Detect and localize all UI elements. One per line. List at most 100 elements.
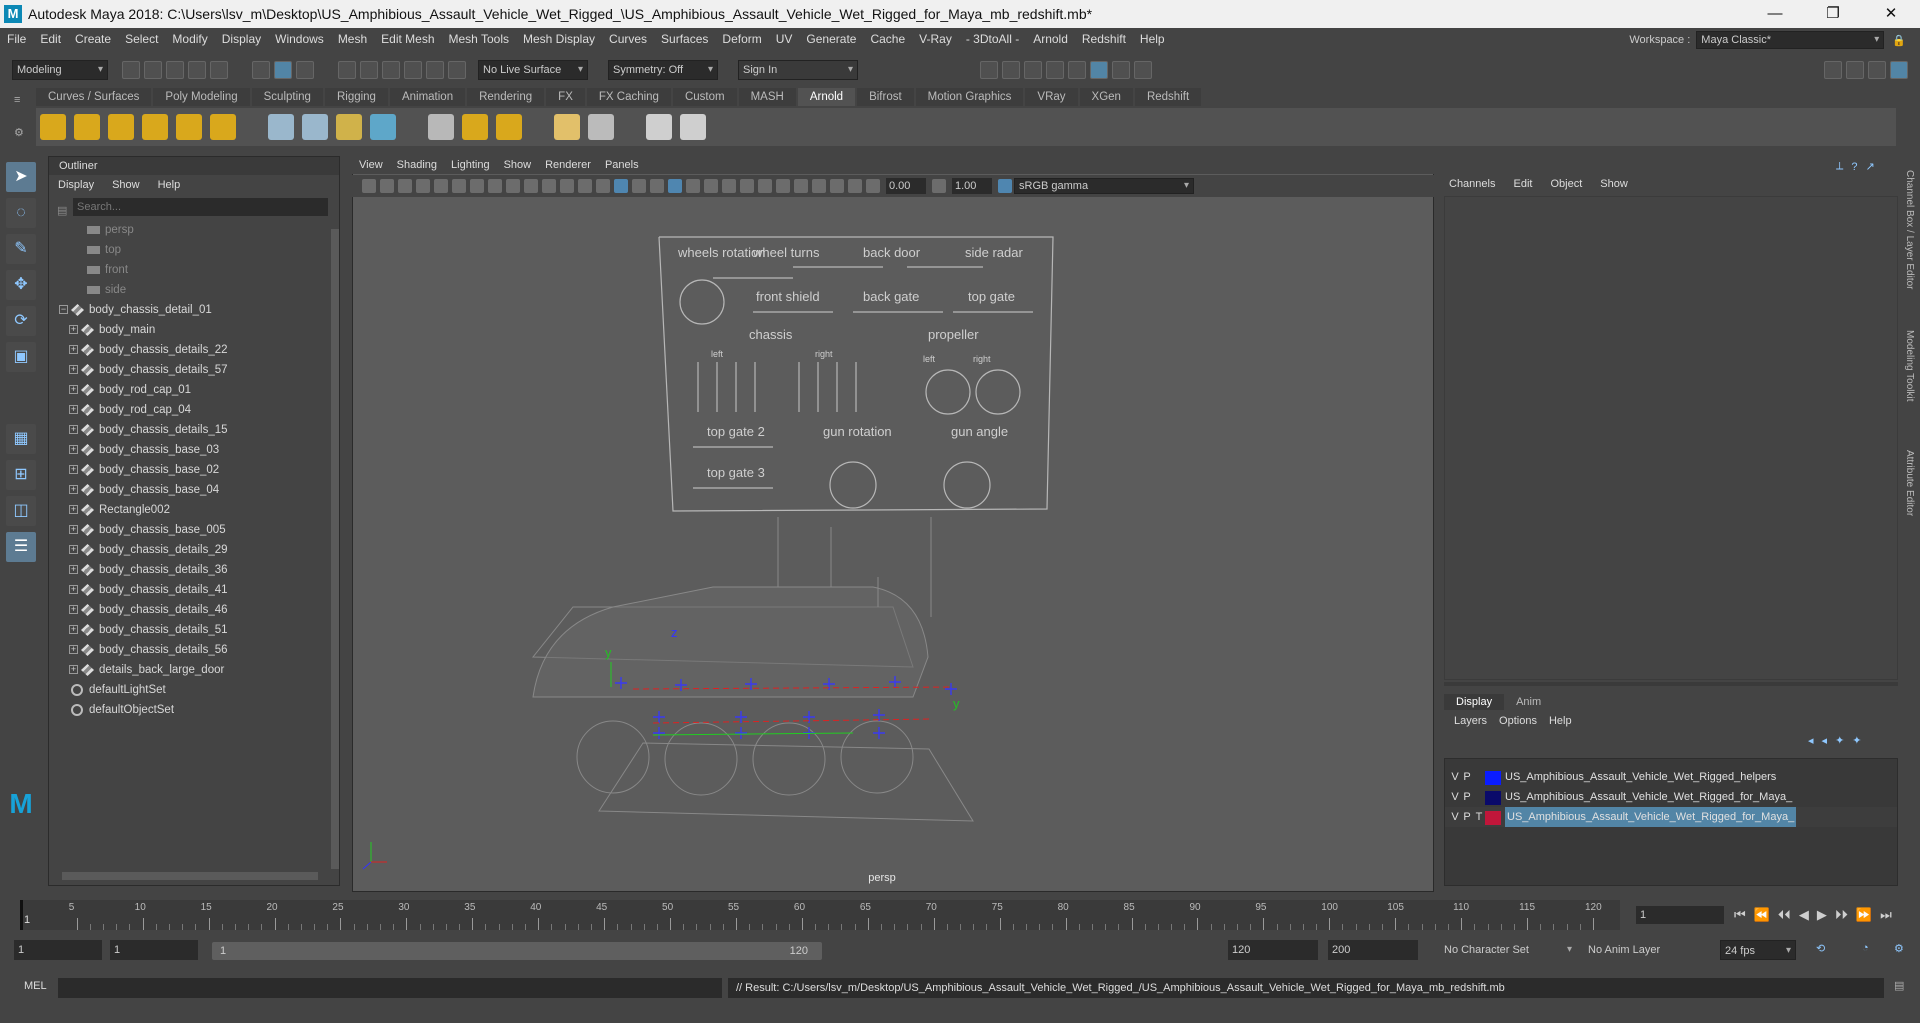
photometric-light-icon[interactable]: [108, 114, 134, 140]
film-gate-icon[interactable]: [488, 179, 502, 193]
live-surface-field[interactable]: No Live Surface: [478, 60, 588, 80]
menu-item[interactable]: V-Ray: [912, 28, 959, 50]
shelf-tab[interactable]: FX: [546, 88, 585, 106]
outliner-item[interactable]: + Rectangle002: [49, 500, 339, 520]
new-layer-selected-icon[interactable]: ✦: [1852, 734, 1861, 747]
go-to-start-icon[interactable]: ⏮: [1730, 907, 1750, 923]
symmetry-dropdown[interactable]: Symmetry: Off: [608, 60, 718, 80]
outliner-item[interactable]: side: [49, 280, 339, 300]
layer-menu-item[interactable]: Options: [1493, 712, 1543, 730]
menu-item[interactable]: Curves: [602, 28, 654, 50]
select-component-icon[interactable]: [296, 61, 314, 79]
menu-item[interactable]: Modify: [165, 28, 214, 50]
outliner-menu-item[interactable]: Display: [49, 175, 103, 195]
snap-view-plane-icon[interactable]: [426, 61, 444, 79]
light-portal-icon[interactable]: [176, 114, 202, 140]
curve-collector-icon[interactable]: [370, 114, 396, 140]
menu-item[interactable]: Mesh Tools: [442, 28, 516, 50]
outliner-layout-icon[interactable]: ☰: [6, 532, 36, 562]
shelf-tab[interactable]: Arnold: [797, 88, 856, 106]
viewport-menu-item[interactable]: Show: [497, 156, 539, 174]
layer-playback-toggle[interactable]: P: [1461, 807, 1473, 827]
scene-start-field[interactable]: 1: [14, 940, 102, 960]
layer-menu-item[interactable]: Layers: [1448, 712, 1493, 730]
display-layer-row[interactable]: V P T US_Amphibious_Assault_Vehicle_Wet_Rig…: [1445, 807, 1897, 827]
scene-end-field[interactable]: 200: [1328, 940, 1418, 960]
menu-item[interactable]: UV: [769, 28, 800, 50]
outliner-item[interactable]: + body_chassis_details_15: [49, 420, 339, 440]
skydome-light-icon[interactable]: [142, 114, 168, 140]
shelf-menu-icon[interactable]: ≡: [14, 94, 20, 106]
shelf-tab[interactable]: VRay: [1025, 88, 1078, 106]
layer-playback-toggle[interactable]: P: [1461, 767, 1473, 787]
viewport-persp[interactable]: wheels rotation wheel turns back door si…: [352, 156, 1434, 892]
outliner-item[interactable]: front: [49, 260, 339, 280]
workspace-dropdown[interactable]: Maya Classic*: [1696, 31, 1885, 49]
layer-editor-tab[interactable]: Anim: [1504, 694, 1553, 710]
tab-channel-box[interactable]: Channel Box / Layer Editor: [1904, 170, 1915, 290]
expand-icon[interactable]: +: [69, 485, 78, 494]
gamma-field[interactable]: 1.00: [952, 178, 992, 194]
layer-playback-toggle[interactable]: P: [1461, 787, 1473, 807]
wireframe-icon[interactable]: [596, 179, 610, 193]
four-view-layout-icon[interactable]: ⊞: [6, 460, 36, 490]
open-scene-icon[interactable]: [144, 61, 162, 79]
default-material-icon[interactable]: [632, 179, 646, 193]
select-object-icon[interactable]: [274, 61, 292, 79]
menu-item[interactable]: Edit: [33, 28, 68, 50]
outliner-item[interactable]: + body_chassis_base_03: [49, 440, 339, 460]
menu-item[interactable]: Select: [118, 28, 165, 50]
outliner-search-input[interactable]: Search...: [73, 198, 328, 216]
close-button[interactable]: ✕: [1862, 0, 1920, 28]
flush-light-cache-icon[interactable]: [462, 114, 488, 140]
arnold-render-icon[interactable]: [1090, 61, 1108, 79]
expand-icon[interactable]: +: [69, 325, 78, 334]
layer-editor-tab[interactable]: Display: [1444, 694, 1505, 710]
outliner-item[interactable]: + body_chassis_details_57: [49, 360, 339, 380]
layer-display-type-toggle[interactable]: T: [1473, 807, 1485, 827]
current-frame-field[interactable]: 1: [1636, 906, 1724, 924]
script-editor-icon[interactable]: ▤: [1894, 979, 1904, 992]
shelf-tab[interactable]: FX Caching: [586, 88, 671, 106]
step-back-frame-icon[interactable]: ⏴⏴: [1774, 907, 1795, 923]
outliner-vertical-scrollbar[interactable]: [331, 229, 339, 869]
menu-item[interactable]: Arnold: [1026, 28, 1075, 50]
viewport-menu-item[interactable]: Panels: [598, 156, 646, 174]
exposure-field[interactable]: 0.00: [886, 178, 926, 194]
menu-item[interactable]: - 3DtoAll -: [959, 28, 1026, 50]
menu-item[interactable]: Edit Mesh: [374, 28, 441, 50]
menu-item[interactable]: Windows: [268, 28, 331, 50]
view-transform-dropdown[interactable]: sRGB gamma: [1014, 178, 1194, 194]
outliner-item[interactable]: + body_chassis_details_29: [49, 540, 339, 560]
help-icon[interactable]: ?: [1851, 161, 1857, 173]
shelf-tab[interactable]: Curves / Surfaces: [36, 88, 152, 106]
grease-pencil-icon[interactable]: [452, 179, 466, 193]
layer-color-swatch[interactable]: [1485, 771, 1501, 785]
paint-select-tool-icon[interactable]: ✎: [6, 234, 36, 264]
menu-item[interactable]: Mesh Display: [516, 28, 602, 50]
play-backward-icon[interactable]: ◀: [1795, 907, 1813, 923]
mesh-light-icon[interactable]: [74, 114, 100, 140]
expand-icon[interactable]: +: [69, 645, 78, 654]
move-layer-down-icon[interactable]: ◂: [1822, 734, 1828, 747]
expand-icon[interactable]: +: [69, 665, 78, 674]
layer-visibility-toggle[interactable]: V: [1449, 787, 1461, 807]
multisample-aa-icon[interactable]: [794, 179, 808, 193]
auto-key-icon[interactable]: ◔: [1862, 942, 1869, 954]
expand-icon[interactable]: +: [69, 545, 78, 554]
menu-item[interactable]: Redshift: [1075, 28, 1133, 50]
outliner-item[interactable]: + body_chassis_details_46: [49, 600, 339, 620]
layer-visibility-toggle[interactable]: V: [1449, 767, 1461, 787]
snap-curve-icon[interactable]: [360, 61, 378, 79]
menu-item[interactable]: Deform: [715, 28, 768, 50]
depth-of-field-icon[interactable]: [812, 179, 826, 193]
expand-icon[interactable]: +: [69, 565, 78, 574]
channel-box-toggle-icon[interactable]: [1890, 61, 1908, 79]
2d-pan-zoom-icon[interactable]: [434, 179, 448, 193]
outliner-item[interactable]: + body_rod_cap_04: [49, 400, 339, 420]
display-layer-row[interactable]: V P US_Amphibious_Assault_Vehicle_Wet_Rigg…: [1445, 787, 1897, 807]
physical-sky-icon[interactable]: [210, 114, 236, 140]
tab-attribute-editor[interactable]: Attribute Editor: [1904, 450, 1915, 516]
xray-active-icon[interactable]: [848, 179, 862, 193]
outliner-menu-item[interactable]: Help: [149, 175, 190, 195]
